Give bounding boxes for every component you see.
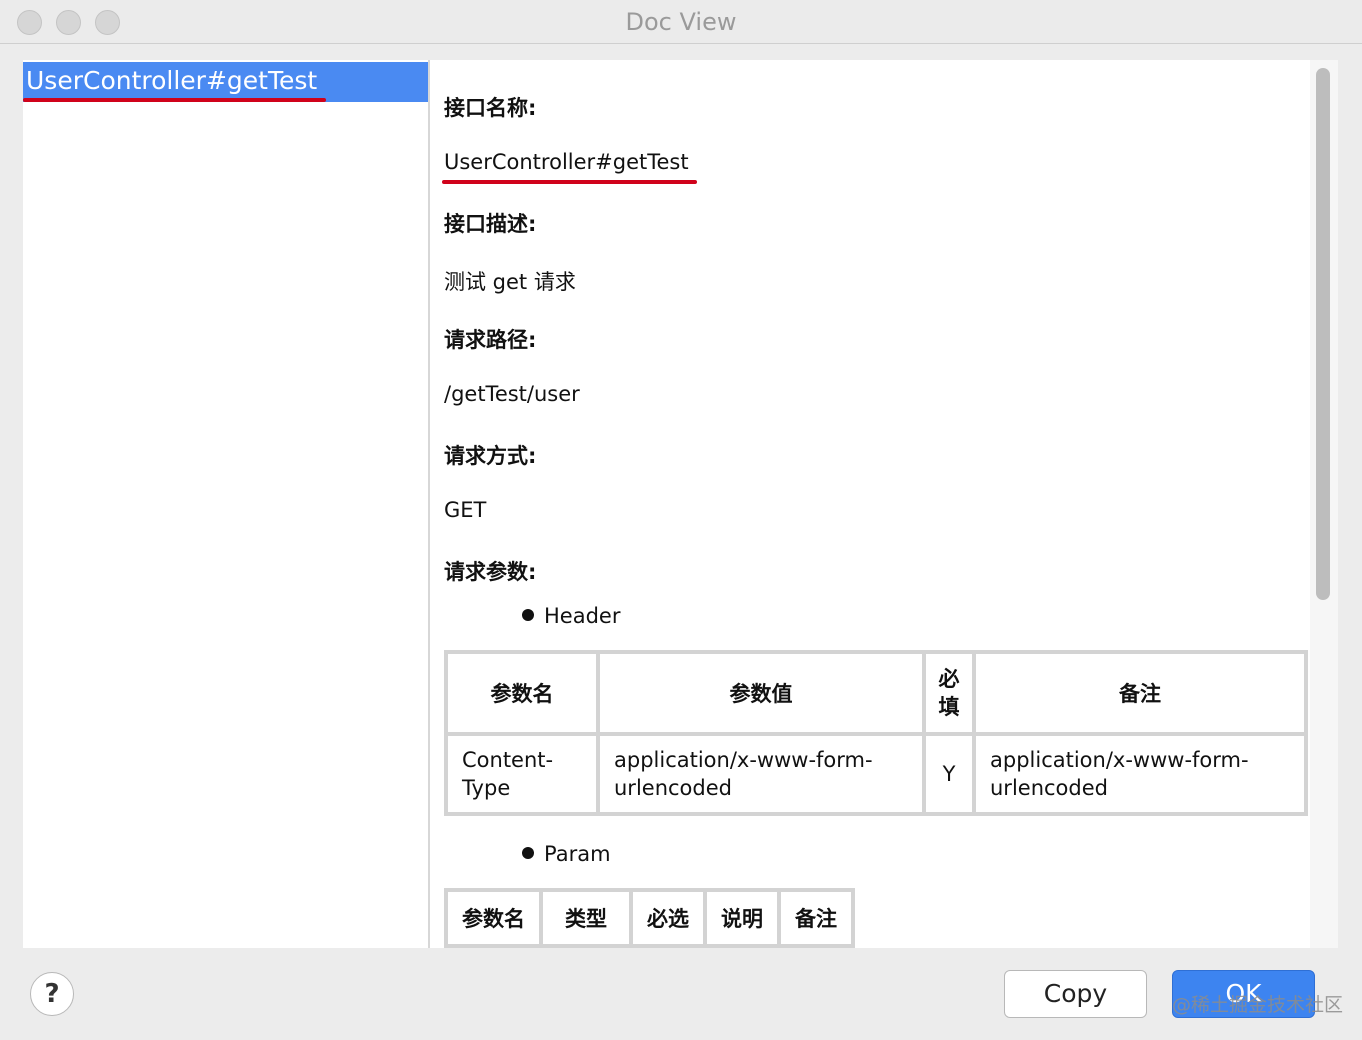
- vertical-scrollbar[interactable]: [1310, 60, 1338, 948]
- column-header: 备注: [779, 890, 853, 946]
- param-section-title: Param: [544, 842, 611, 866]
- column-header: 参数值: [598, 652, 924, 734]
- scrollbar-thumb[interactable]: [1316, 68, 1330, 600]
- tree-item-usercontroller-gettest[interactable]: UserController#getTest: [23, 62, 428, 102]
- header-section-title: Header: [544, 604, 621, 628]
- table-cell: Y: [924, 734, 974, 814]
- window-title: Doc View: [625, 8, 737, 36]
- bullet-icon: [522, 847, 534, 859]
- annotation-underline: [442, 180, 697, 184]
- column-header: 备注: [974, 652, 1306, 734]
- params-label: 请求参数:: [444, 560, 537, 584]
- column-header: 必填: [924, 652, 974, 734]
- table-row: Content-Type application/x-www-form-urle…: [446, 734, 1306, 814]
- path-label: 请求路径:: [444, 328, 537, 352]
- name-label: 接口名称:: [444, 96, 537, 120]
- column-header: 类型: [541, 890, 631, 946]
- column-header: 必选: [631, 890, 705, 946]
- doc-content: 接口名称: UserController#getTest 接口描述: 测试 ge…: [430, 60, 1310, 948]
- api-tree: UserController#getTest: [23, 60, 428, 948]
- title-bar: Doc View: [0, 0, 1362, 44]
- bullet-icon: [522, 609, 534, 621]
- table-header-row: 参数名 参数值 必填 备注: [446, 652, 1306, 734]
- column-header: 参数名: [446, 652, 598, 734]
- header-table: 参数名 参数值 必填 备注 Content-Type application/x…: [444, 650, 1308, 816]
- button-bar: ? Copy OK @稀土掘金技术社区: [0, 948, 1362, 1040]
- help-button[interactable]: ?: [30, 972, 74, 1016]
- table-cell: application/x-www-form-urlencoded: [974, 734, 1306, 814]
- annotation-underline: [23, 98, 326, 102]
- column-header: 说明: [705, 890, 779, 946]
- table-cell: application/x-www-form-urlencoded: [598, 734, 924, 814]
- column-header: 参数名: [446, 890, 541, 946]
- param-table: 参数名 类型 必选 说明 备注: [444, 888, 855, 948]
- header-section: Header: [522, 604, 620, 628]
- table-cell: Content-Type: [446, 734, 598, 814]
- param-section: Param: [522, 842, 611, 866]
- table-header-row: 参数名 类型 必选 说明 备注: [446, 890, 853, 946]
- desc-value: 测试 get 请求: [444, 270, 576, 294]
- desc-label: 接口描述:: [444, 212, 537, 236]
- watermark: @稀土掘金技术社区: [1172, 994, 1344, 1016]
- method-value: GET: [444, 498, 487, 522]
- tree-item-label: UserController#getTest: [26, 66, 318, 95]
- method-label: 请求方式:: [444, 444, 537, 468]
- name-value: UserController#getTest: [444, 150, 689, 174]
- copy-button[interactable]: Copy: [1004, 970, 1147, 1018]
- path-value: /getTest/user: [444, 382, 580, 406]
